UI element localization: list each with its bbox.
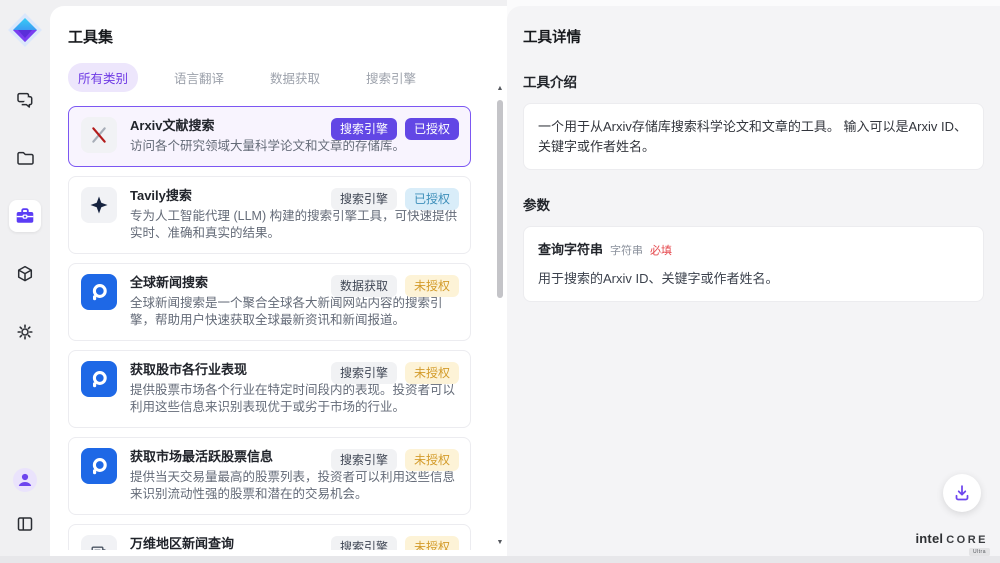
tool-card-3[interactable]: 获取股市各行业表现 提供股票市场各个行业在特定时间段内的表现。投资者可以利用这些… [68, 350, 471, 428]
tool-description: 提供当天交易量最高的股票列表，投资者可以利用这些信息来识别流动性强的股票和潜在的… [130, 469, 458, 504]
tavily-star-icon [89, 195, 109, 215]
sidebar [0, 0, 50, 556]
params-heading: 参数 [523, 194, 984, 214]
tool-description: 访问各个研究领域大量科学论文和文章的存储库。 [130, 138, 458, 156]
download-button[interactable] [943, 474, 981, 512]
news-search-q-icon [88, 281, 110, 303]
tool-detail-panel: 工具详情 工具介绍 一个用于从Arxiv存储库搜索科学论文和文章的工具。 输入可… [507, 6, 1000, 556]
news-search-q-icon [88, 368, 110, 390]
tool-category-badge: 搜索引擎 [331, 362, 397, 384]
tool-auth-badge: 未授权 [405, 275, 459, 297]
ultra-badge: Ultra [969, 548, 990, 556]
panel-layout-icon [15, 514, 35, 534]
tool-category-badge: 搜索引擎 [331, 188, 397, 210]
tool-icon [81, 117, 117, 153]
param-name: 查询字符串 [538, 240, 603, 260]
tool-category-badge: 搜索引擎 [331, 118, 397, 140]
tool-auth-badge: 已授权 [405, 118, 459, 140]
tool-auth-badge: 未授权 [405, 362, 459, 384]
cube-icon [15, 264, 35, 284]
category-tab-3[interactable]: 搜索引擎 [356, 63, 426, 92]
param-box: 查询字符串 字符串 必填 用于搜索的Arxiv ID、关键字或作者姓名。 [523, 226, 984, 302]
tool-badges: 搜索引擎 未授权 [331, 536, 459, 551]
intro-heading: 工具介绍 [523, 71, 984, 91]
tool-card-5[interactable]: 万维地区新闻查询 查询具体行政区划内的新闻，快速了解各地新闻动 搜索引擎 未授权 [68, 524, 471, 551]
param-header: 查询字符串 字符串 必填 [538, 240, 969, 260]
collapse-sidebar-button[interactable] [9, 508, 41, 540]
tool-badges: 搜索引擎 已授权 [331, 188, 459, 210]
tool-badges: 搜索引擎 未授权 [331, 449, 459, 471]
window-bottom-edge [0, 556, 1000, 563]
param-required-badge: 必填 [650, 243, 672, 260]
page-title: 工具集 [50, 6, 507, 47]
user-avatar[interactable] [9, 464, 41, 496]
tool-card-0[interactable]: Arxiv文献搜索 访问各个研究领域大量科学论文和文章的存储库。 搜索引擎 已授… [68, 106, 471, 167]
tool-auth-badge: 已授权 [405, 188, 459, 210]
core-wordmark-wrap: CORE Ultra [946, 530, 988, 548]
tool-card-4[interactable]: 获取市场最活跃股票信息 提供当天交易量最高的股票列表，投资者可以利用这些信息来识… [68, 437, 471, 515]
tool-auth-badge: 未授权 [405, 449, 459, 471]
sidebar-item-chat[interactable] [9, 84, 41, 116]
tool-icon [81, 187, 117, 223]
intel-wordmark: intel [915, 531, 943, 546]
tool-category-badge: 搜索引擎 [331, 449, 397, 471]
news-search-q-icon [88, 455, 110, 477]
list-scrollbar[interactable]: ▲ ▼ [495, 84, 505, 548]
sidebar-item-settings[interactable] [9, 316, 41, 348]
arxiv-icon [89, 125, 109, 145]
tool-card-list: Arxiv文献搜索 访问各个研究领域大量科学论文和文章的存储库。 搜索引擎 已授… [50, 104, 507, 550]
user-icon [12, 467, 38, 493]
param-type: 字符串 [610, 243, 643, 260]
category-tab-1[interactable]: 语言翻译 [164, 63, 234, 92]
tool-icon [81, 274, 117, 310]
sidebar-nav [9, 84, 41, 348]
scroll-down-arrow-icon[interactable]: ▼ [495, 538, 505, 548]
newspaper-icon [89, 543, 109, 551]
app-logo [7, 12, 43, 48]
download-icon [951, 482, 973, 504]
gear-icon [15, 322, 35, 342]
sidebar-item-tools[interactable] [9, 200, 41, 232]
tool-description: 全球新闻搜索是一个聚合全球各大新闻网站内容的搜索引擎，帮助用户快速获取全球最新资… [130, 295, 458, 330]
tool-description: 专为人工智能代理 (LLM) 构建的搜索引擎工具，可快速提供实时、准确和真实的结… [130, 208, 458, 243]
detail-title: 工具详情 [523, 26, 984, 47]
param-description: 用于搜索的Arxiv ID、关键字或作者姓名。 [538, 269, 969, 289]
folder-icon [15, 148, 35, 168]
tool-icon [81, 535, 117, 551]
intro-text-box: 一个用于从Arxiv存储库搜索科学论文和文章的工具。 输入可以是Arxiv ID… [523, 103, 984, 170]
tool-icon [81, 361, 117, 397]
tool-card-2[interactable]: 全球新闻搜索 全球新闻搜索是一个聚合全球各大新闻网站内容的搜索引擎，帮助用户快速… [68, 263, 471, 341]
tool-description: 提供股票市场各个行业在特定时间段内的表现。投资者可以利用这些信息来识别表现优于或… [130, 382, 458, 417]
tool-category-badge: 数据获取 [331, 275, 397, 297]
tool-icon [81, 448, 117, 484]
toolbox-icon [14, 205, 36, 227]
chat-icon [15, 90, 35, 110]
tool-list-panel: 工具集 所有类别语言翻译数据获取搜索引擎 Arxiv文献搜索 访问各个研究领域大… [50, 6, 507, 556]
sidebar-bottom [9, 464, 41, 540]
tool-badges: 搜索引擎 已授权 [331, 118, 459, 140]
category-tab-0[interactable]: 所有类别 [68, 63, 138, 92]
scrollbar-thumb[interactable] [497, 100, 503, 298]
scroll-up-arrow-icon[interactable]: ▲ [495, 84, 505, 94]
tool-card-1[interactable]: Tavily搜索 专为人工智能代理 (LLM) 构建的搜索引擎工具，可快速提供实… [68, 176, 471, 254]
tool-category-badge: 搜索引擎 [331, 536, 397, 551]
sidebar-item-files[interactable] [9, 142, 41, 174]
core-wordmark: CORE [946, 534, 988, 546]
tool-auth-badge: 未授权 [405, 536, 459, 551]
sidebar-item-models[interactable] [9, 258, 41, 290]
diamond-logo-icon [7, 12, 43, 48]
tool-badges: 数据获取 未授权 [331, 275, 459, 297]
category-tab-2[interactable]: 数据获取 [260, 63, 330, 92]
intel-core-logo: intel CORE Ultra [915, 530, 988, 548]
tool-badges: 搜索引擎 未授权 [331, 362, 459, 384]
category-tabs: 所有类别语言翻译数据获取搜索引擎 [68, 63, 507, 92]
